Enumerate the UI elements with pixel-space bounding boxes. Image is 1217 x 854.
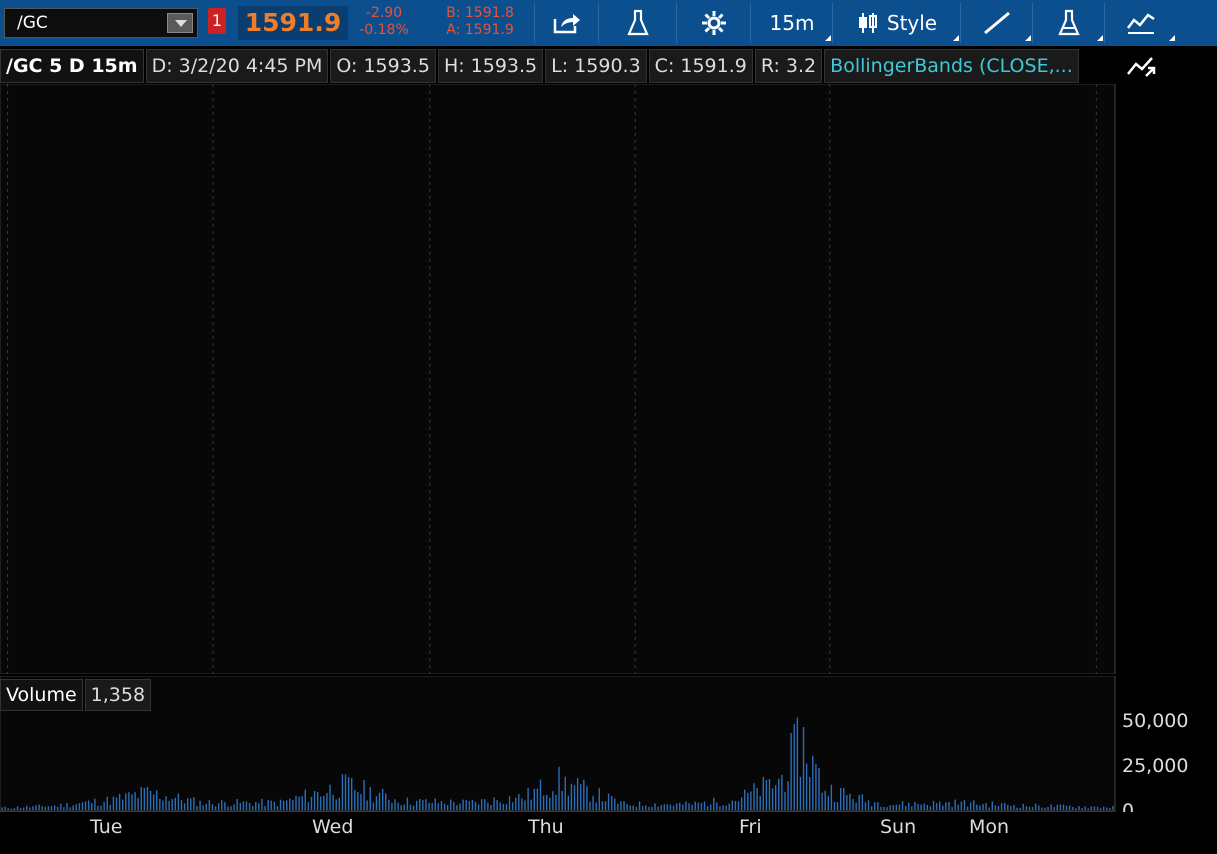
bid-value: B: 1591.8 bbox=[446, 5, 514, 21]
studies-corner-icon bbox=[1097, 35, 1103, 41]
volume-tick-label: 50,000 bbox=[1122, 710, 1188, 732]
bid-ask: B: 1591.8 A: 1591.9 bbox=[432, 5, 528, 39]
studies-flask-icon bbox=[1058, 9, 1080, 36]
candles-icon bbox=[858, 13, 877, 33]
time-axis-label: Fri bbox=[739, 816, 762, 838]
gear-icon bbox=[702, 11, 726, 35]
time-axis-label: Mon bbox=[969, 816, 1010, 838]
style-corner-icon bbox=[953, 35, 959, 41]
volume-info-bar: Volume 1,358 bbox=[0, 679, 153, 713]
patterns-icon bbox=[1127, 13, 1155, 34]
bar-range: R: 3.2 bbox=[754, 49, 823, 83]
bar-low: L: 1590.3 bbox=[545, 49, 647, 83]
style-button[interactable]: Style bbox=[832, 3, 961, 43]
share-icon bbox=[553, 14, 580, 34]
time-axis-label: Thu bbox=[528, 816, 564, 838]
studies-button[interactable] bbox=[1032, 3, 1105, 43]
patterns-corner-icon bbox=[1169, 35, 1175, 41]
collapse-icon[interactable] bbox=[1124, 52, 1160, 82]
symbol-input[interactable]: /GC bbox=[4, 8, 198, 38]
bar-high: H: 1593.5 bbox=[437, 49, 544, 83]
drawing-corner-icon bbox=[1025, 35, 1031, 41]
symbol-period[interactable]: /GC 5 D 15m bbox=[0, 49, 144, 83]
indicator-label[interactable]: BollingerBands (CLOSE,... bbox=[824, 49, 1079, 83]
time-axis-label: Sun bbox=[880, 816, 917, 838]
style-label: Style bbox=[886, 11, 938, 35]
share-button[interactable] bbox=[534, 3, 599, 43]
symbol-text: /GC bbox=[17, 13, 48, 33]
last-price: 1591.9 bbox=[238, 6, 348, 40]
link-flag[interactable]: 1 bbox=[208, 8, 226, 34]
chart-info-bar: /GC 5 D 15m D: 3/2/20 4:45 PM O: 1593.5 … bbox=[0, 48, 1115, 84]
plot-area bbox=[0, 84, 1116, 674]
bar-open: O: 1593.5 bbox=[330, 49, 436, 83]
bar-date: D: 3/2/20 4:45 PM bbox=[145, 49, 329, 83]
drawing-button[interactable] bbox=[960, 3, 1033, 43]
change-percent: -0.18% bbox=[359, 22, 409, 38]
change-value: -2.90 bbox=[365, 5, 403, 21]
time-axis-label: Wed bbox=[312, 816, 354, 838]
patterns-button[interactable] bbox=[1104, 3, 1177, 43]
volume-label: Volume bbox=[0, 679, 83, 711]
flask-button[interactable] bbox=[598, 3, 677, 43]
ask-value: A: 1591.9 bbox=[446, 22, 514, 38]
symbol-dropdown-icon[interactable] bbox=[167, 13, 193, 33]
settings-button[interactable] bbox=[676, 3, 751, 43]
interval-label: 15m bbox=[769, 11, 815, 35]
interval-corner-icon bbox=[825, 35, 831, 41]
flask-icon bbox=[627, 9, 649, 36]
drawing-line-icon bbox=[984, 11, 1010, 35]
interval-button[interactable]: 15m bbox=[750, 3, 833, 43]
price-chart[interactable]: 175017001650160015501500SELL 2 WEEKLY ($… bbox=[0, 84, 1217, 674]
price-change: -2.90 -0.18% bbox=[352, 5, 416, 39]
time-axis: Tue Wed Thu Fri Sun Mon bbox=[0, 812, 1217, 854]
volume-value: 1,358 bbox=[84, 679, 152, 711]
volume-chart[interactable]: 50,000 25,000 0 bbox=[0, 676, 1217, 812]
volume-plot-area bbox=[0, 676, 1116, 812]
volume-tick-label: 0 bbox=[1122, 800, 1134, 812]
time-axis-label: Tue bbox=[90, 816, 123, 838]
top-toolbar: /GC 1 1591.9 -2.90 -0.18% B: 1591.8 A: 1… bbox=[0, 0, 1217, 46]
volume-tick-label: 25,000 bbox=[1122, 755, 1188, 777]
bar-close: C: 1591.9 bbox=[648, 49, 753, 83]
